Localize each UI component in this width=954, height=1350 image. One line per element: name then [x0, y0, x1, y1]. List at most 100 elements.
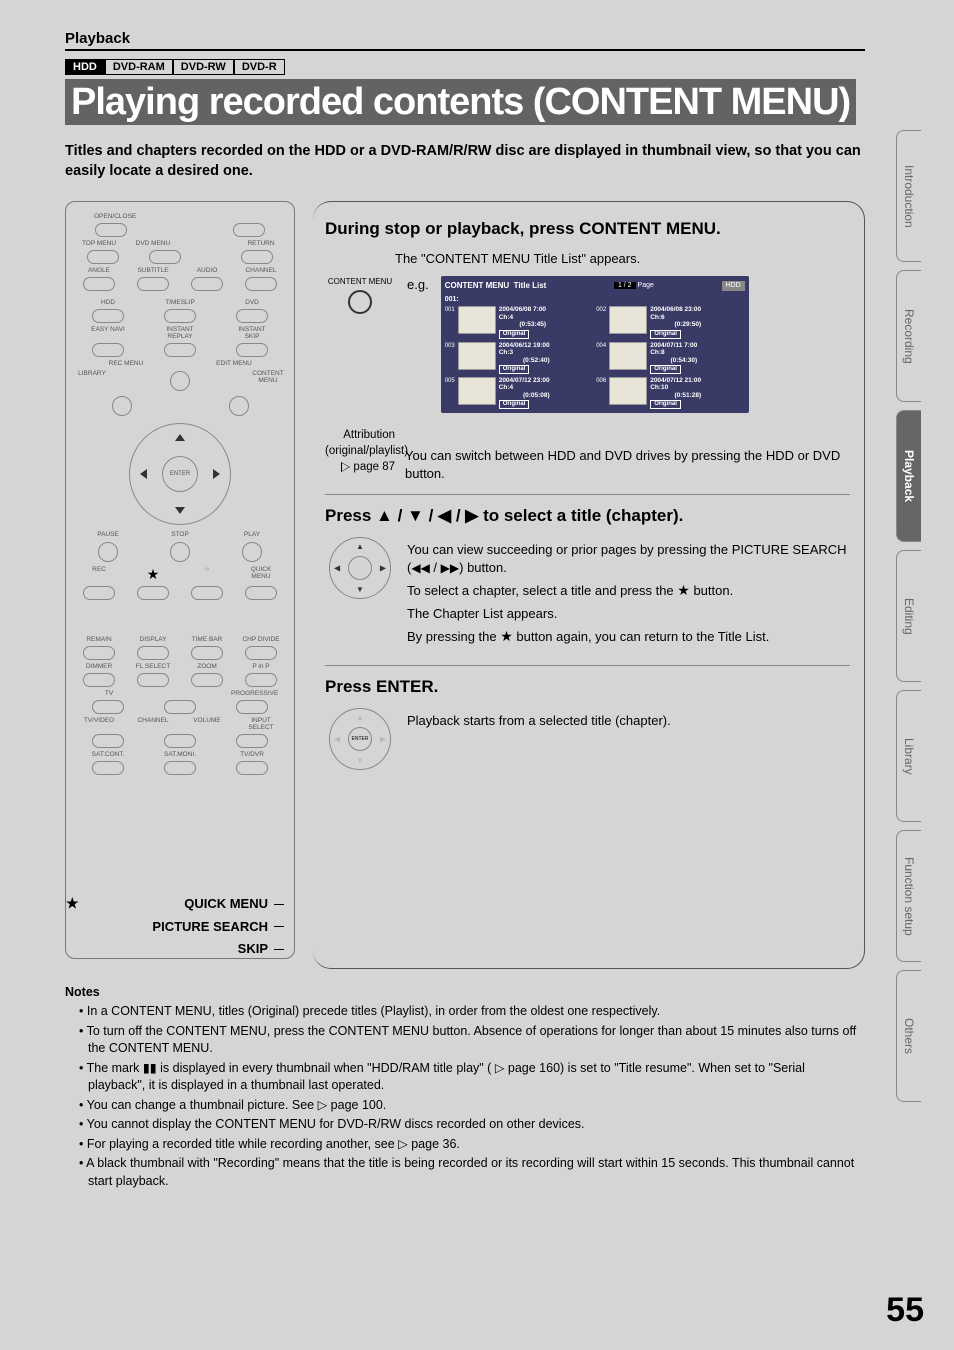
rc-button — [149, 250, 181, 264]
step2-heading: Press ▲ / ▼ / ◀ / ▶ to select a title (c… — [325, 505, 850, 527]
rc-label: ○ — [187, 566, 227, 583]
thumbnail-item: 0032004/06/12 19:00Ch:3(0:52:40)Original — [445, 342, 594, 374]
thumbnail-item: 0062004/07/12 21:00Ch:10(0:51:28)Origina… — [596, 377, 745, 409]
note-item: The mark ▮▮ is displayed in every thumbn… — [79, 1060, 865, 1095]
callout-quick-menu: QUICK MENU — [184, 893, 268, 915]
step2-p1: You can view succeeding or prior pages b… — [407, 541, 850, 577]
star-icon: ★ — [66, 892, 79, 916]
rc-label: SUBTITLE — [133, 267, 173, 274]
rc-label: P in P — [241, 663, 281, 670]
rc-label: PLAY — [232, 531, 272, 538]
step2-p3: The Chapter List appears. — [407, 605, 850, 623]
selected-line: 001: — [445, 295, 745, 305]
rc-button — [164, 343, 196, 357]
note-item: For playing a recorded title while recor… — [79, 1136, 865, 1154]
side-tab-playback[interactable]: Playback — [896, 410, 921, 542]
play-button — [242, 542, 262, 562]
rc-label: CONTENT MENU — [248, 370, 288, 392]
rc-label: TOP MENU — [79, 240, 119, 247]
rc-button — [164, 761, 196, 775]
rc-label: REC MENU — [106, 360, 146, 367]
note-item: You cannot display the CONTENT MENU for … — [79, 1116, 865, 1134]
rc-label: VOLUME — [187, 717, 227, 731]
rc-button — [83, 586, 115, 600]
thumbnail-item: 0012004/06/08 7:00Ch:4(0:53:45)Original — [445, 306, 594, 338]
rc-button — [87, 250, 119, 264]
rc-button — [137, 646, 169, 660]
rc-button — [112, 396, 132, 416]
rc-label: INSTANT REPLAY — [160, 326, 200, 340]
content-menu-screen: CONTENT MENU Title List 1 / 2 Page HDD 0… — [441, 276, 749, 413]
rc-label: LIBRARY — [72, 370, 112, 392]
rc-label: CHANNEL — [133, 717, 173, 731]
down-icon — [175, 507, 185, 514]
rc-button — [83, 646, 115, 660]
rc-label: REC — [79, 566, 119, 583]
page-number: 55 — [886, 1291, 924, 1330]
rc-label: CHANNEL — [241, 267, 281, 274]
rc-button — [236, 734, 268, 748]
rc-label: SAT.MONI. — [160, 751, 200, 758]
stop-button — [170, 542, 190, 562]
screen-brand: CONTENT MENU — [445, 281, 509, 290]
rewind-icon: ◀◀ — [411, 560, 429, 577]
rc-button — [170, 371, 190, 391]
pause-button — [98, 542, 118, 562]
side-tab-others[interactable]: Others — [896, 970, 921, 1102]
step3-p1: Playback starts from a selected title (c… — [407, 712, 850, 730]
intro-text: Titles and chapters recorded on the HDD … — [65, 142, 865, 181]
rc-dpad: ENTER — [129, 423, 231, 525]
step1-note: You can switch between HDD and DVD drive… — [405, 427, 850, 483]
rc-label: DVD MENU — [133, 240, 173, 247]
page-title: Playing recorded contents (CONTENT MENU) — [65, 79, 865, 128]
rc-button — [236, 700, 268, 714]
rc-label: INSTANT SKIP — [232, 326, 272, 340]
rc-label: EDIT MENU — [214, 360, 254, 367]
side-tab-introduction[interactable]: Introduction — [896, 130, 921, 262]
note-item: To turn off the CONTENT MENU, press the … — [79, 1023, 865, 1058]
callout-picture-search: PICTURE SEARCH — [152, 916, 268, 938]
rc-label: TV/VIDEO — [79, 717, 119, 731]
rc-button — [245, 277, 277, 291]
rc-button — [164, 734, 196, 748]
right-icon — [213, 469, 220, 479]
rc-label: AUDIO — [187, 267, 227, 274]
rc-label: TIME BAR — [187, 636, 227, 643]
rc-button — [236, 761, 268, 775]
page-ref-arrow-icon — [341, 462, 350, 472]
up-icon — [175, 434, 185, 441]
rc-button — [92, 343, 124, 357]
rc-button — [92, 734, 124, 748]
rc-label: PROGRESSIVE — [231, 690, 271, 697]
star-icon: ★ — [133, 566, 173, 583]
rc-label: TV — [89, 690, 129, 697]
side-tab-library[interactable]: Library — [896, 690, 921, 822]
side-tab-function-setup[interactable]: Function setup — [896, 830, 921, 962]
thumbnail-item: 0052004/07/12 23:00Ch:4(0:05:08)Original — [445, 377, 594, 409]
rc-button — [164, 309, 196, 323]
rc-button — [191, 277, 223, 291]
note-item: A black thumbnail with "Recording" means… — [79, 1155, 865, 1190]
thumbnail-item: 0042004/07/11 7:00Ch:8(0:54:30)Original — [596, 342, 745, 374]
screen-subtitle: Title List — [514, 281, 547, 290]
rc-button — [137, 277, 169, 291]
steps-panel: During stop or playback, press CONTENT M… — [313, 201, 865, 969]
forward-icon: ▶▶ — [441, 560, 459, 577]
side-tab-recording[interactable]: Recording — [896, 270, 921, 402]
rc-label: QUICK MENU — [241, 566, 281, 583]
step2-p4: By pressing the ★ button again, you can … — [407, 627, 850, 647]
remote-diagram: OPEN/CLOSE TOP MENUDVD MENURETURN ANGLES… — [65, 201, 295, 959]
drive-badge: HDD — [722, 281, 745, 291]
rc-label: ZOOM — [187, 663, 227, 670]
step1-sub: The "CONTENT MENU Title List" appears. — [395, 250, 850, 268]
side-tab-editing[interactable]: Editing — [896, 550, 921, 682]
rc-button — [92, 309, 124, 323]
step2-p2: To select a chapter, select a title and … — [407, 581, 850, 601]
page-indicator: 1 / 2 — [614, 282, 636, 289]
rc-label: DIMMER — [79, 663, 119, 670]
rc-button — [83, 673, 115, 687]
rc-button — [245, 586, 277, 600]
rc-button — [137, 586, 169, 600]
step1-heading: During stop or playback, press CONTENT M… — [325, 218, 850, 240]
step3-heading: Press ENTER. — [325, 676, 850, 698]
